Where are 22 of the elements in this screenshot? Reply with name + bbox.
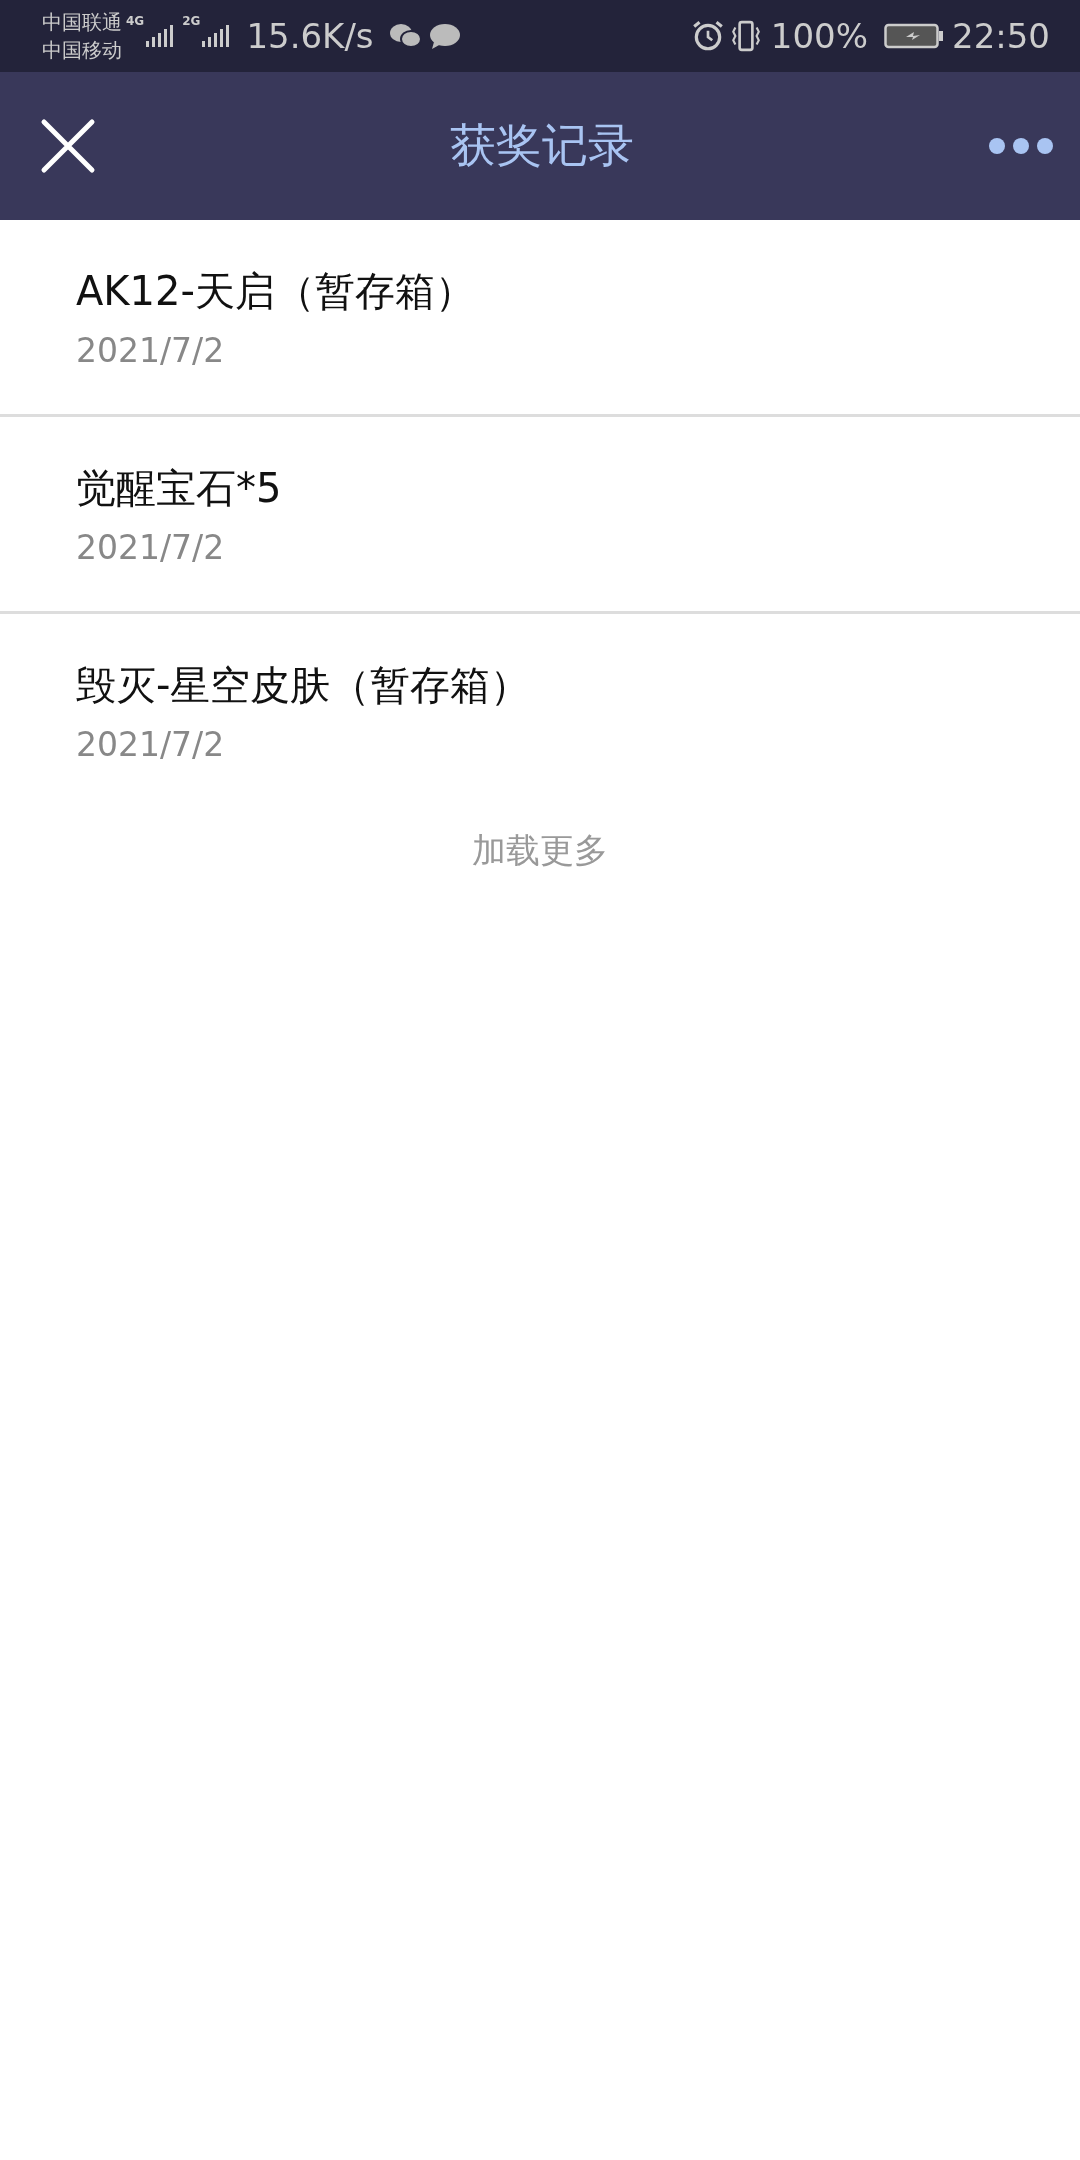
battery-percent: 100%: [770, 16, 868, 56]
page-title: 获奖记录: [450, 117, 634, 174]
close-button[interactable]: [40, 118, 96, 174]
prize-name: 毁灭-星空皮肤（暂存箱）: [76, 661, 532, 710]
prize-name: 觉醒宝石*5: [76, 464, 283, 513]
carrier-name: 中国联通: [42, 9, 122, 36]
signal-icon: [200, 23, 231, 49]
alarm-icon: [690, 19, 725, 53]
battery-icon: [884, 23, 944, 49]
signal-icon: [144, 23, 175, 49]
carrier-name: 中国移动: [42, 37, 122, 64]
network-type: 2G: [182, 14, 201, 28]
prize-date: 2021/7/2: [76, 528, 226, 567]
network-type: 4G: [126, 14, 145, 28]
prize-date: 2021/7/2: [76, 331, 226, 370]
prize-name: AK12-天启（暂存箱）: [76, 267, 476, 316]
message-icon: [427, 22, 462, 50]
load-more-link[interactable]: 加载更多: [472, 828, 608, 874]
more-options-button[interactable]: [988, 136, 1054, 156]
network-speed: 15.6K/s: [246, 16, 374, 56]
clock-time: 22:50: [952, 16, 1050, 56]
prize-date: 2021/7/2: [76, 725, 226, 764]
